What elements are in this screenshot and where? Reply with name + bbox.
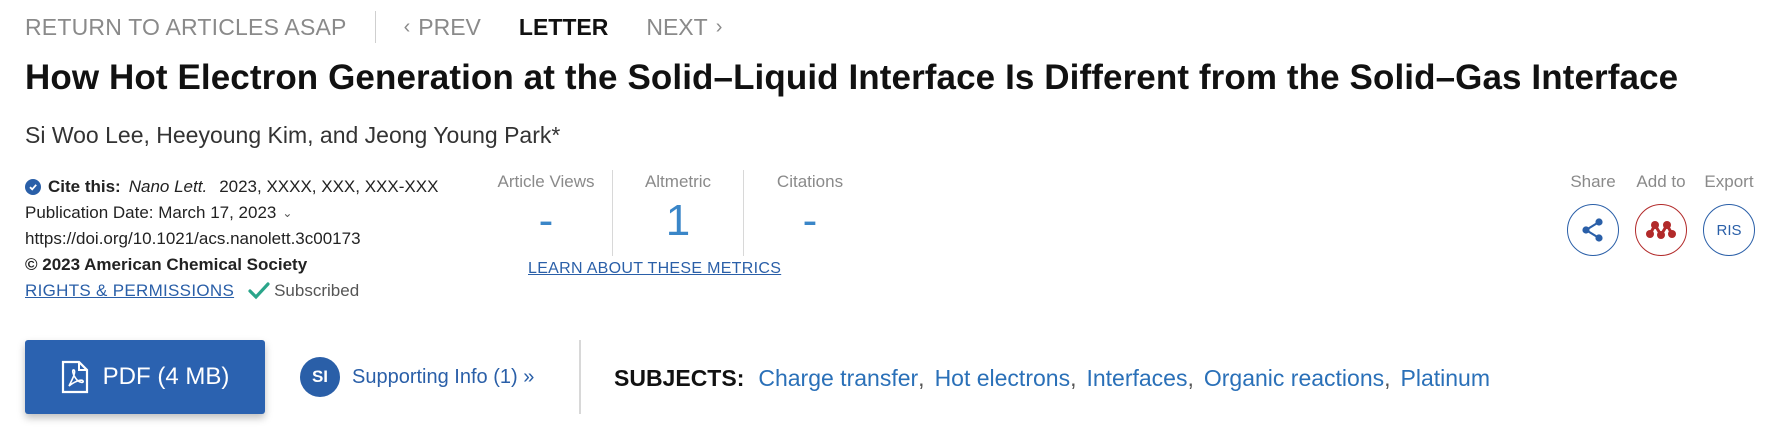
subject-link[interactable]: Platinum xyxy=(1401,365,1490,392)
learn-metrics-link[interactable]: LEARN ABOUT THESE METRICS xyxy=(528,260,781,278)
prev-label: PREV xyxy=(418,13,481,40)
article-tools: Share Add to Export RIS xyxy=(1559,172,1763,256)
checkmark-icon xyxy=(248,282,270,300)
subject-link[interactable]: Charge transfer xyxy=(758,365,918,392)
pdf-icon xyxy=(61,360,88,394)
journal-name: Nano Lett. xyxy=(128,177,208,196)
share-button[interactable] xyxy=(1567,204,1619,256)
export-ris-button[interactable]: RIS xyxy=(1703,204,1755,256)
ris-label: RIS xyxy=(1716,221,1742,239)
subjects-list: SUBJECTS: Charge transfer, Hot electrons… xyxy=(614,365,1490,392)
pdf-label: PDF (4 MB) xyxy=(102,363,230,390)
citation-reference: 2023, XXXX, XXX, XXX-XXX xyxy=(219,177,439,196)
mendeley-icon xyxy=(1646,221,1676,239)
share-tool: Share xyxy=(1559,172,1627,256)
rights-permissions-link[interactable]: RIGHTS & PERMISSIONS xyxy=(25,278,234,304)
cite-this-label: Cite this: xyxy=(48,177,121,196)
publication-date: Publication Date: March 17, 2023 xyxy=(25,203,277,222)
subject-link[interactable]: Interfaces xyxy=(1086,365,1187,392)
subject-separator: , xyxy=(1187,365,1194,391)
subject-link[interactable]: Hot electrons xyxy=(935,365,1071,392)
metric-label: Citations xyxy=(776,172,844,191)
subject-link[interactable]: Organic reactions xyxy=(1204,365,1384,392)
metric-value: - xyxy=(802,196,818,245)
metric-value: - xyxy=(538,196,554,245)
metric-altmetric[interactable]: Altmetric 1 xyxy=(612,170,744,256)
nav-divider xyxy=(374,11,376,43)
subscribed-status: Subscribed xyxy=(248,278,359,304)
subjects-label: SUBJECTS: xyxy=(614,365,745,391)
supporting-info-label: Supporting Info (1) » xyxy=(352,365,535,388)
si-badge-icon: SI xyxy=(300,357,340,397)
supporting-info-link[interactable]: SI Supporting Info (1) » xyxy=(300,357,534,397)
cite-this-row[interactable]: Cite this: Nano Lett. 2023, XXXX, XXX, X… xyxy=(25,174,438,200)
metric-label: Article Views xyxy=(497,172,595,191)
prev-link[interactable]: ‹ PREV xyxy=(404,14,481,41)
metric-article-views[interactable]: Article Views - xyxy=(480,170,612,256)
add-to-label: Add to xyxy=(1636,172,1686,191)
subject-separator: , xyxy=(918,365,925,391)
doi-link[interactable]: https://doi.org/10.1021/acs.nanolett.3c0… xyxy=(25,226,361,252)
next-label: NEXT xyxy=(646,13,708,40)
article-authors[interactable]: Si Woo Lee, Heeyoung Kim, and Jeong Youn… xyxy=(25,122,560,149)
next-link[interactable]: NEXT › xyxy=(646,14,722,41)
export-tool: Export RIS xyxy=(1695,172,1763,256)
share-icon xyxy=(1582,218,1603,242)
return-to-articles-link[interactable]: RETURN TO ARTICLES ASAP xyxy=(25,14,347,41)
subject-separator: , xyxy=(1070,365,1077,391)
subject-separator: , xyxy=(1384,365,1391,391)
citation-block: Cite this: Nano Lett. 2023, XXXX, XXX, X… xyxy=(25,174,438,304)
publication-date-toggle[interactable]: Publication Date: March 17, 2023 ⌄ xyxy=(25,200,438,226)
add-to-mendeley-button[interactable] xyxy=(1635,204,1687,256)
verified-check-icon xyxy=(25,179,41,195)
metric-citations[interactable]: Citations - xyxy=(744,170,876,256)
article-nav: RETURN TO ARTICLES ASAP ‹ PREV LETTER NE… xyxy=(25,11,722,43)
article-type-label: LETTER xyxy=(518,13,609,40)
article-title: How Hot Electron Generation at the Solid… xyxy=(25,58,1679,97)
chevron-left-icon: ‹ xyxy=(403,15,411,38)
copyright-notice: © 2023 American Chemical Society xyxy=(25,255,308,274)
add-to-tool: Add to xyxy=(1627,172,1695,256)
chevron-down-icon: ⌄ xyxy=(282,206,293,220)
subscribed-label: Subscribed xyxy=(274,281,360,300)
share-label: Share xyxy=(1570,172,1616,191)
metric-value: 1 xyxy=(665,196,691,245)
pdf-download-button[interactable]: PDF (4 MB) xyxy=(25,340,265,414)
metric-label: Altmetric xyxy=(644,172,712,191)
chevron-right-icon: › xyxy=(715,15,723,38)
export-label: Export xyxy=(1704,172,1754,191)
action-divider xyxy=(579,340,581,414)
article-metrics: Article Views - Altmetric 1 Citations - xyxy=(480,170,876,256)
